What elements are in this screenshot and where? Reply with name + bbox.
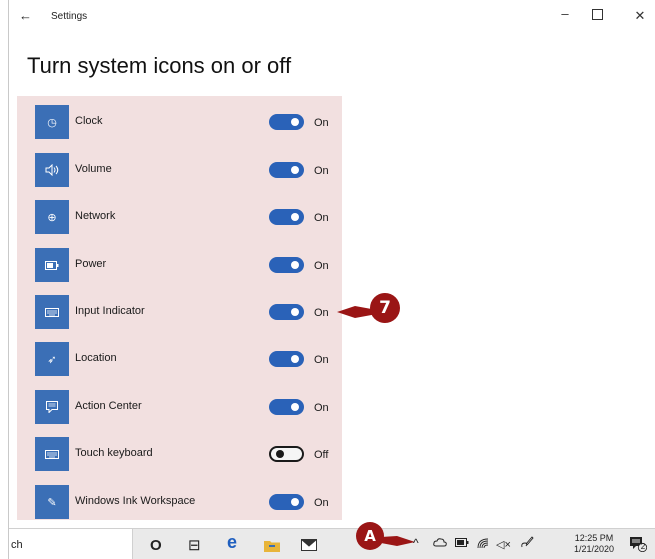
list-item-windows-ink: ✎ Windows Ink Workspace On	[26, 485, 342, 519]
list-item-network: ⊕ Network On	[26, 200, 342, 234]
windows-ink-tray-icon[interactable]	[520, 536, 534, 551]
item-label: Clock	[75, 115, 103, 127]
clock-time: 12:25 PM	[574, 533, 614, 543]
toggle-state-label: On	[314, 402, 329, 414]
touch-keyboard-glyph	[45, 449, 59, 459]
power-icon	[35, 248, 69, 282]
item-label: Action Center	[75, 400, 142, 412]
list-item-input-indicator: Input Indicator On	[26, 295, 342, 329]
callout-step-7: 7	[370, 293, 400, 323]
clock-icon: ◷	[35, 105, 69, 139]
taskbar-search-box[interactable]: ch	[9, 529, 133, 559]
toggle-state-label: On	[314, 212, 329, 224]
item-label: Location	[75, 352, 117, 364]
callout-letter-a: A	[356, 522, 384, 550]
toggle-knob	[291, 308, 299, 316]
pen-glyph	[521, 536, 534, 548]
notification-count: 2	[640, 542, 646, 551]
toggle-state-label: On	[314, 354, 329, 366]
item-label: Input Indicator	[75, 305, 145, 317]
toggle-state-label: On	[314, 165, 329, 177]
item-label: Network	[75, 210, 116, 222]
list-item-location: ➶ Location On	[26, 342, 342, 376]
toggle-knob	[291, 355, 299, 363]
toggle-knob	[291, 261, 299, 269]
list-item-clock: ◷ Clock On	[26, 105, 342, 139]
page-title: Turn system icons on or off	[27, 53, 292, 78]
input-indicator-toggle[interactable]	[269, 304, 304, 320]
taskbar: ch O ⊟ e A ^ ◁× 12:25 PM 1/21/2020 2	[9, 522, 655, 559]
volume-icon	[35, 153, 69, 187]
toggle-state-label: On	[314, 117, 329, 129]
toggle-knob	[276, 450, 284, 458]
toggle-knob	[291, 166, 299, 174]
back-arrow-icon[interactable]: ←	[19, 8, 32, 23]
keyboard-icon	[35, 295, 69, 329]
maximize-button[interactable]	[592, 9, 603, 20]
item-label: Volume	[75, 163, 112, 175]
network-toggle[interactable]	[269, 209, 304, 225]
file-explorer-icon[interactable]	[264, 535, 280, 555]
task-view-icon[interactable]: ⊟	[188, 535, 201, 555]
list-item-volume: Volume On	[26, 153, 342, 187]
battery-tray-icon[interactable]	[455, 538, 469, 550]
cortana-icon[interactable]: O	[150, 535, 162, 555]
battery-glyph	[455, 538, 469, 547]
wifi-icon[interactable]	[477, 538, 490, 552]
toggle-state-label: On	[314, 497, 329, 509]
action-center-toggle[interactable]	[269, 399, 304, 415]
battery-icon	[45, 260, 59, 270]
volume-muted-icon[interactable]: ◁×	[496, 538, 511, 551]
action-center-glyph	[46, 401, 58, 413]
list-item-power: Power On	[26, 248, 342, 282]
toggle-state-label: Off	[314, 449, 329, 461]
folder-glyph	[264, 540, 280, 552]
item-label: Windows Ink Workspace	[75, 495, 196, 507]
callout-arrow-a	[381, 536, 415, 546]
item-label: Touch keyboard	[75, 447, 153, 459]
close-button[interactable]: ✕	[630, 8, 650, 24]
windows-ink-toggle[interactable]	[269, 494, 304, 510]
envelope-glyph	[301, 539, 317, 551]
volume-toggle[interactable]	[269, 162, 304, 178]
location-icon: ➶	[35, 342, 69, 376]
clock-date: 1/21/2020	[573, 544, 615, 554]
show-hidden-icons-chevron-icon[interactable]: ^	[413, 536, 419, 550]
taskbar-clock[interactable]: 12:25 PM 1/21/2020	[569, 533, 619, 555]
toggle-knob	[291, 498, 299, 506]
power-toggle[interactable]	[269, 257, 304, 273]
item-label: Power	[75, 258, 107, 270]
toggle-knob	[291, 213, 299, 221]
pen-icon: ✎	[35, 485, 69, 519]
touch-keyboard-icon	[35, 437, 69, 471]
minimize-button[interactable]: –	[555, 6, 575, 21]
volume-icon-glyph	[45, 164, 59, 176]
system-icons-list: ◷ Clock On Volume On ⊕ Network On Power …	[17, 96, 342, 520]
action-center-icon	[35, 390, 69, 424]
wifi-glyph	[477, 538, 489, 549]
settings-window: ← Settings – ✕ Turn system icons on or o…	[8, 0, 655, 559]
title-bar: ← Settings – ✕	[9, 0, 655, 30]
edge-icon[interactable]: e	[227, 532, 237, 552]
search-text-fragment: ch	[11, 539, 23, 551]
mail-icon[interactable]	[301, 535, 317, 555]
onedrive-icon[interactable]	[433, 538, 447, 550]
cloud-glyph	[433, 538, 447, 547]
toggle-knob	[291, 118, 299, 126]
toggle-state-label: On	[314, 307, 329, 319]
keyboard-icon-glyph	[45, 307, 59, 317]
toggle-state-label: On	[314, 260, 329, 272]
notification-icon[interactable]: 2	[629, 536, 648, 553]
toggle-knob	[291, 403, 299, 411]
location-toggle[interactable]	[269, 351, 304, 367]
list-item-action-center: Action Center On	[26, 390, 342, 424]
clock-toggle[interactable]	[269, 114, 304, 130]
network-icon: ⊕	[35, 200, 69, 234]
window-title: Settings	[51, 11, 88, 22]
touch-keyboard-toggle[interactable]	[269, 446, 304, 462]
list-item-touch-keyboard: Touch keyboard Off	[26, 437, 342, 471]
